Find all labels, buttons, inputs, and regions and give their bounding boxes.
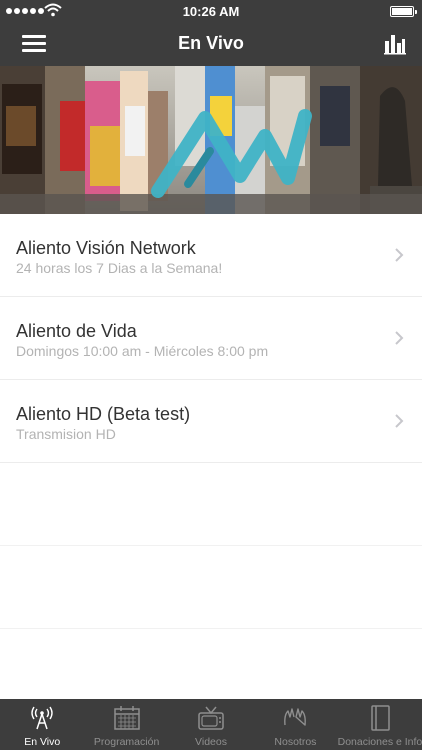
battery-icon	[390, 6, 417, 17]
tab-label: Programación	[93, 736, 160, 748]
tab-programacion[interactable]: Programación	[84, 699, 168, 750]
channel-subtitle: Transmision HD	[16, 426, 116, 442]
channel-subtitle: Domingos 10:00 am - Miércoles 8:00 pm	[16, 343, 269, 359]
channel-row[interactable]: Aliento de Vida Domingos 10:00 am - Miér…	[0, 297, 422, 380]
tab-en-vivo[interactable]: En Vivo	[0, 699, 84, 750]
book-icon	[371, 705, 390, 731]
calendar-icon	[113, 706, 140, 730]
status-time: 10:26 AM	[182, 4, 240, 19]
status-bar: 10:26 AM	[0, 0, 422, 22]
tab-videos[interactable]: Videos	[169, 699, 253, 750]
channel-row[interactable]: Aliento Visión Network 24 horas los 7 Di…	[0, 214, 422, 297]
page-title: En Vivo	[178, 33, 244, 53]
channel-list: Aliento Visión Network 24 horas los 7 Di…	[0, 214, 422, 712]
hero-banner-image	[0, 66, 422, 214]
empty-list-row	[0, 546, 422, 629]
app-screen: 10:26 AM En Vivo Aliento Visión Network …	[0, 0, 422, 750]
navigation-bar: En Vivo	[0, 22, 422, 66]
channel-title: Aliento de Vida	[16, 321, 137, 341]
chevron-right-icon	[395, 414, 404, 428]
antenna-icon	[31, 706, 53, 730]
channel-title: Aliento HD (Beta test)	[16, 404, 191, 424]
channel-subtitle: 24 horas los 7 Dias a la Semana!	[16, 260, 223, 276]
tab-label: En Vivo	[24, 736, 61, 748]
channel-title: Aliento Visión Network	[16, 238, 196, 258]
chevron-right-icon	[395, 248, 404, 262]
stats-icon[interactable]	[384, 33, 406, 55]
empty-list-row	[0, 463, 422, 546]
tab-label: Nosotros	[274, 736, 317, 748]
chevron-right-icon	[395, 331, 404, 345]
tv-icon	[198, 706, 224, 730]
tab-donaciones[interactable]: Donaciones e Info	[338, 699, 422, 750]
tab-bar: En Vivo Programación Videos Nosotros Don…	[0, 699, 422, 750]
tab-nosotros[interactable]: Nosotros	[253, 699, 337, 750]
hands-icon	[284, 708, 307, 726]
times-square-image	[0, 66, 422, 214]
tab-label: Videos	[195, 736, 227, 748]
channel-row[interactable]: Aliento HD (Beta test) Transmision HD	[0, 380, 422, 463]
tab-label: Donaciones e Info	[337, 736, 422, 748]
